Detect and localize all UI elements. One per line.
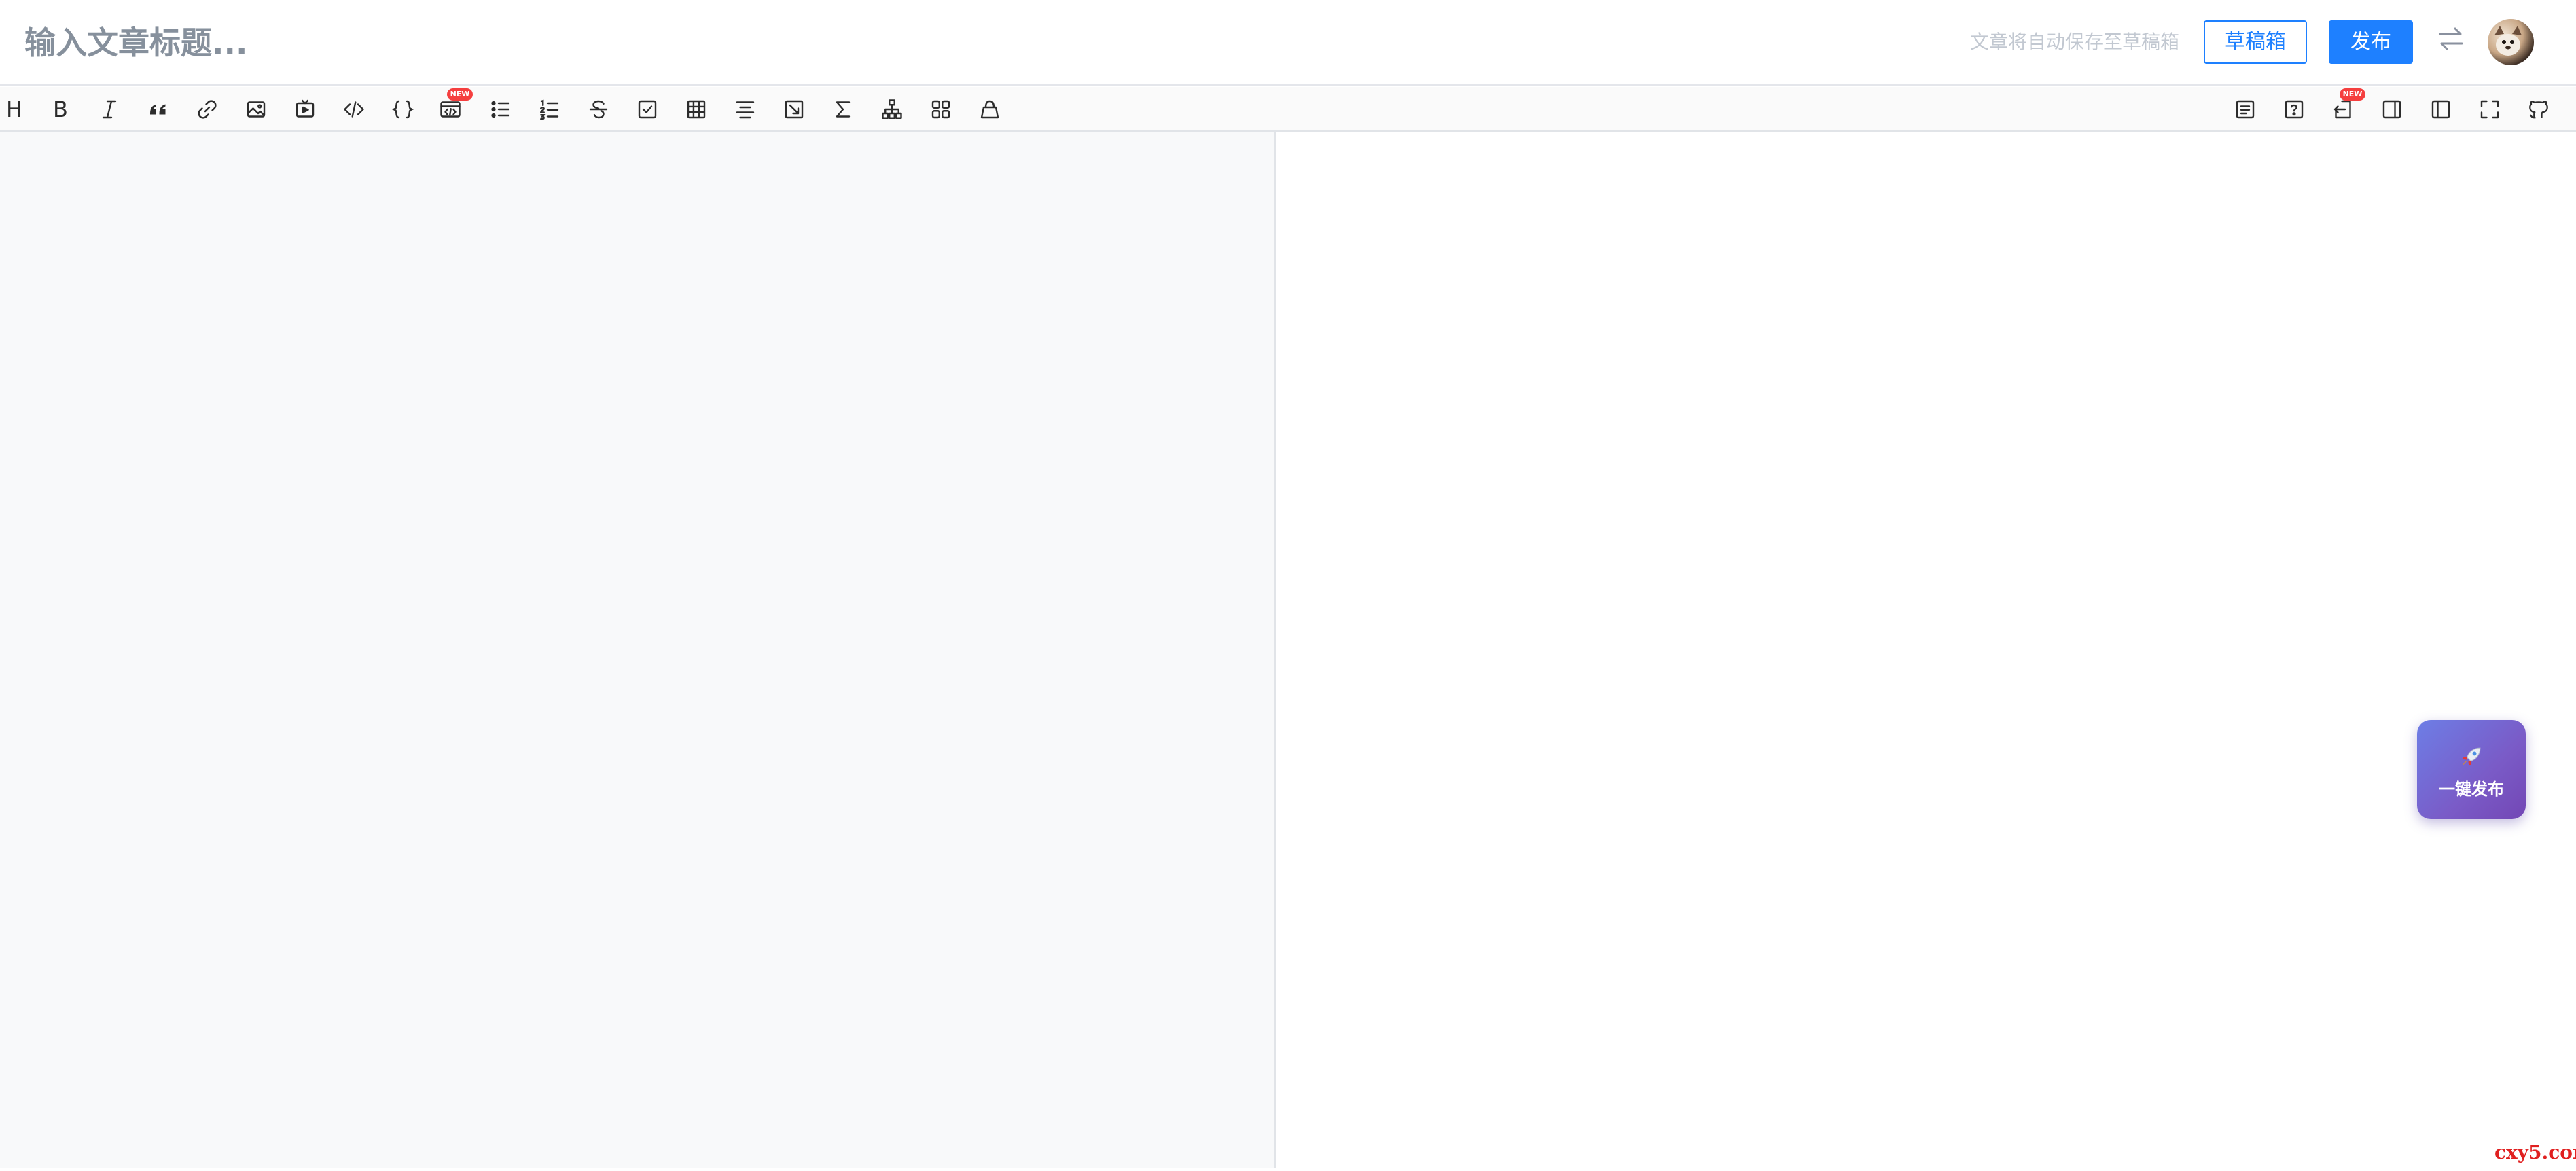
user-avatar[interactable]: [2488, 19, 2534, 65]
heading-icon: H: [5, 96, 23, 122]
quote-icon: [150, 104, 166, 115]
toc-button[interactable]: [2231, 95, 2259, 124]
editor-header: 文章将自动保存至草稿箱 草稿箱 发布: [0, 0, 2576, 86]
drafts-button[interactable]: 草稿箱: [2204, 20, 2307, 64]
align-center-button[interactable]: [731, 95, 759, 124]
bullet-list-icon: [491, 101, 510, 118]
table-icon: [687, 100, 706, 119]
strikethrough-button[interactable]: [584, 95, 613, 124]
plugins-button[interactable]: [927, 95, 955, 124]
diagram-icon: [882, 99, 902, 119]
checkbox-icon: [638, 100, 657, 119]
toc-icon: [2236, 100, 2255, 119]
sigma-icon: [836, 101, 851, 118]
new-badge: NEW: [2340, 88, 2365, 101]
editor-only-button[interactable]: [2427, 95, 2455, 124]
bold-button[interactable]: B: [46, 95, 75, 124]
site-watermark: cxy5.com: [2494, 1141, 2576, 1164]
task-list-button[interactable]: [633, 95, 662, 124]
grid-icon: [931, 100, 950, 119]
table-button[interactable]: [682, 95, 711, 124]
help-icon: [2285, 100, 2304, 119]
fullscreen-icon: [2480, 100, 2499, 119]
strikethrough-icon: [589, 100, 608, 119]
code-embed-button[interactable]: NEW: [436, 88, 473, 124]
ordered-list-icon: [540, 99, 559, 120]
fullscreen-button[interactable]: [2475, 95, 2504, 124]
code-icon: [344, 101, 364, 118]
new-badge: NEW: [447, 88, 473, 101]
autosave-hint: 文章将自动保存至草稿箱: [1970, 31, 2180, 53]
bag-icon: [980, 100, 999, 119]
markdown-toolbar: H B NEW NEW: [0, 87, 2576, 132]
video-button[interactable]: [291, 95, 319, 124]
sidebar-left-icon: [2431, 100, 2450, 119]
one-click-publish-label: 一键发布: [2439, 780, 2504, 799]
inline-code-button[interactable]: [340, 95, 368, 124]
diagram-button[interactable]: [878, 95, 906, 124]
link-button[interactable]: [193, 95, 221, 124]
quote-button[interactable]: [144, 95, 173, 124]
image-resize-button[interactable]: [780, 95, 808, 124]
import-button[interactable]: NEW: [2329, 88, 2365, 124]
import-icon: [2333, 100, 2351, 119]
code-block-button[interactable]: [389, 95, 417, 124]
bullet-list-button[interactable]: [486, 95, 515, 124]
preview-only-button[interactable]: [2378, 95, 2406, 124]
github-button[interactable]: [2524, 95, 2553, 124]
image-button[interactable]: [242, 95, 270, 124]
markdown-preview-pane: [1277, 132, 2576, 1168]
markdown-editor-pane: [0, 132, 1276, 1168]
italic-button[interactable]: [95, 95, 124, 124]
braces-icon: [391, 100, 414, 119]
help-button[interactable]: [2280, 95, 2308, 124]
theme-button[interactable]: [976, 95, 1004, 124]
heading-button[interactable]: H: [0, 95, 29, 124]
one-click-publish-button[interactable]: 一键发布: [2417, 720, 2526, 819]
bold-icon: B: [53, 96, 68, 122]
sidebar-right-icon: [2382, 100, 2401, 119]
github-icon: [2529, 101, 2548, 119]
rocket-icon: [2462, 747, 2481, 766]
formula-button[interactable]: [829, 95, 857, 124]
video-icon: [296, 99, 315, 118]
markdown-editor-input[interactable]: [0, 132, 1274, 1168]
switch-editor-icon[interactable]: [2436, 24, 2466, 54]
image-icon: [247, 101, 266, 118]
code-embed-icon: [440, 101, 461, 118]
article-title-input[interactable]: [24, 19, 976, 67]
link-icon: [198, 100, 217, 119]
resize-icon: [785, 100, 804, 119]
align-center-icon: [736, 101, 755, 119]
italic-icon: [102, 100, 117, 119]
publish-button[interactable]: 发布: [2329, 20, 2413, 64]
ordered-list-button[interactable]: [535, 95, 564, 124]
